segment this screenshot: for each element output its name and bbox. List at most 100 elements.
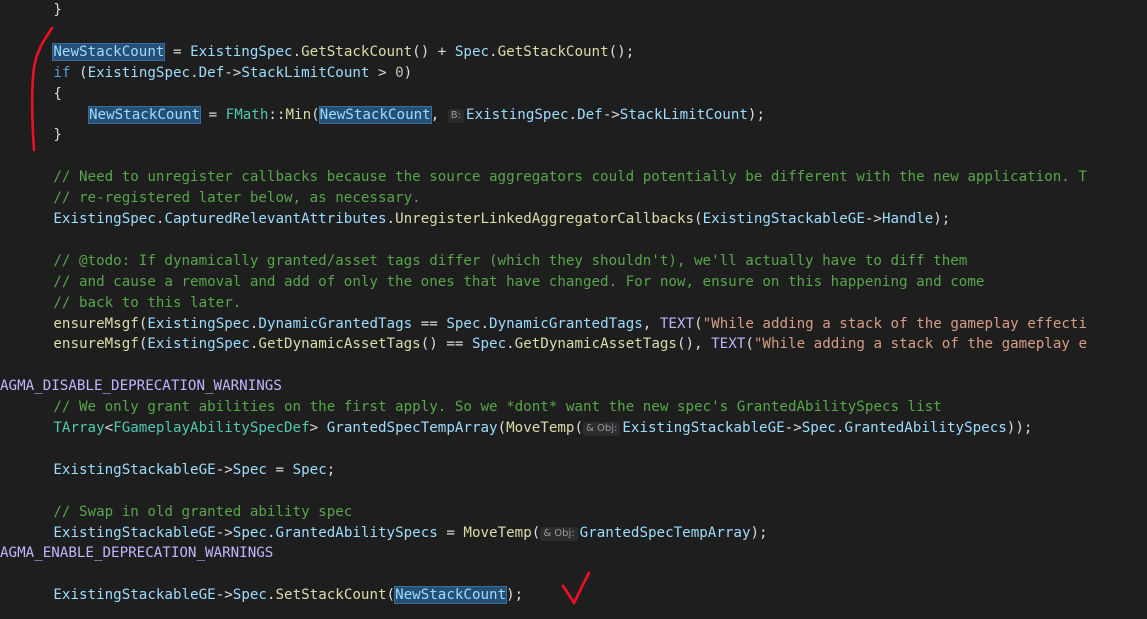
code-line[interactable]: // and cause a removal and add of only t… — [53, 272, 984, 293]
code-token: Spec — [454, 43, 490, 60]
code-token: FGameplayAbilitySpecDef — [113, 420, 310, 436]
code-line[interactable]: { — [53, 84, 62, 105]
code-token: . — [386, 211, 396, 227]
inlay-parameter-hint: B: — [447, 108, 465, 123]
code-line[interactable]: ensureMsgf(ExistingSpec.DynamicGrantedTa… — [53, 314, 1087, 335]
code-line[interactable]: ExistingStackableGE->Spec.GrantedAbility… — [53, 523, 768, 544]
code-token: SetStackCount — [275, 587, 387, 604]
code-editor[interactable]: } NewStackCount = ExistingSpec.GetStackCo… — [0, 0, 1147, 619]
code-token: Def — [577, 106, 603, 123]
code-line[interactable]: AGMA_DISABLE_DEPRECATION_WARNINGS — [0, 376, 282, 397]
code-token: MoveTemp — [506, 420, 575, 436]
code-line[interactable]: // @todo: If dynamically granted/asset t… — [53, 251, 967, 272]
code-line[interactable]: ensureMsgf(ExistingSpec.GetDynamicAssetT… — [53, 334, 1087, 355]
code-token: > — [369, 64, 396, 81]
code-token: } — [53, 127, 62, 144]
code-line[interactable]: ExistingStackableGE->Spec = Spec; — [53, 460, 335, 481]
code-token: // We only grant abilities on the first … — [53, 399, 942, 416]
code-token: // @todo: If dynamically granted/asset t… — [53, 252, 968, 269]
code-token: 0 — [395, 64, 404, 81]
highlighted-reference[interactable]: NewStackCount — [394, 586, 508, 605]
code-token: GetStackCount — [497, 43, 609, 60]
code-line[interactable]: // re-registered later below, as necessa… — [53, 188, 420, 209]
code-token: -> — [215, 524, 233, 541]
code-line[interactable]: ExistingStackableGE->Spec.SetStackCount(… — [53, 585, 523, 606]
code-token: = — [437, 524, 464, 541]
code-token: , — [642, 315, 660, 332]
code-token: AGMA_DISABLE_DEPRECATION_WARNINGS — [0, 378, 282, 395]
code-token: ExistingStackableGE — [622, 420, 785, 436]
code-line[interactable]: // We only grant abilities on the first … — [53, 397, 941, 418]
code-token: ( — [531, 524, 541, 541]
code-token: . — [292, 43, 302, 60]
code-token: TEXT — [659, 315, 695, 332]
code-token: } — [53, 2, 62, 18]
code-token: ( — [694, 315, 703, 332]
code-token: DynamicGrantedTags — [489, 315, 643, 332]
code-token: , — [430, 106, 448, 123]
code-token: ); — [933, 211, 951, 227]
code-token: ); — [506, 587, 524, 604]
code-token: Spec — [446, 315, 481, 332]
code-token: ExistingSpec — [147, 315, 250, 332]
highlighted-reference[interactable]: NewStackCount — [52, 42, 166, 61]
code-token: :: — [268, 106, 286, 123]
code-token: . — [480, 315, 490, 332]
code-token: . — [190, 64, 199, 81]
code-token: ensureMsgf — [53, 315, 139, 332]
code-token: Def — [198, 64, 225, 81]
highlighted-reference[interactable]: NewStackCount — [87, 105, 202, 124]
code-token: Spec — [232, 524, 267, 541]
code-token: Spec — [232, 587, 267, 604]
code-line[interactable]: AGMA_ENABLE_DEPRECATION_WARNINGS — [0, 543, 273, 564]
inlay-parameter-hint: & Obj: — [540, 526, 578, 541]
code-token: ExistingStackableGE — [702, 211, 865, 227]
code-line[interactable]: // Need to unregister callbacks because … — [53, 167, 1087, 188]
code-token: GrantedSpecTempArray — [579, 524, 751, 541]
code-token: ( — [70, 64, 88, 81]
highlighted-reference[interactable]: NewStackCount — [318, 105, 432, 124]
code-token: -> — [784, 420, 802, 436]
code-token: (); — [608, 43, 635, 60]
code-token: ) — [403, 64, 413, 81]
code-token: ExistingStackableGE — [53, 587, 216, 604]
code-token: DynamicGrantedTags — [258, 315, 413, 332]
code-token: Spec — [292, 461, 327, 478]
code-token: () == — [420, 336, 472, 353]
code-line[interactable]: NewStackCount = ExistingSpec.GetStackCou… — [52, 42, 635, 63]
code-token: ); — [750, 524, 768, 541]
code-token: ( — [694, 211, 703, 227]
code-line[interactable]: ExistingSpec.CapturedRelevantAttributes.… — [53, 209, 950, 230]
code-line[interactable]: NewStackCount = FMath::Min(NewStackCount… — [87, 105, 765, 126]
code-line[interactable]: } — [53, 125, 62, 146]
code-line[interactable]: } — [53, 0, 62, 21]
code-token: (), — [676, 336, 712, 353]
code-token: ExistingSpec — [466, 106, 569, 123]
code-line[interactable]: // Swap in old granted ability spec — [53, 502, 352, 523]
code-token: ExistingSpec — [147, 336, 250, 353]
code-line[interactable]: TArray<FGameplayAbilitySpecDef> GrantedS… — [53, 418, 1032, 439]
code-token: if — [53, 64, 71, 81]
code-line[interactable]: // back to this later. — [53, 293, 241, 314]
code-token: ; — [326, 461, 336, 478]
code-token: FMath — [225, 106, 269, 123]
code-token: ( — [574, 420, 584, 436]
code-token: -> — [602, 106, 620, 123]
code-token: { — [53, 85, 62, 102]
code-token: TEXT — [711, 336, 746, 353]
code-token: GetDynamicAssetTags — [258, 336, 421, 353]
code-token: . — [506, 336, 515, 353]
code-token: // Need to unregister callbacks because … — [53, 169, 1087, 186]
code-token: StackLimitCount — [241, 64, 370, 81]
code-token: CapturedRelevantAttributes — [164, 211, 387, 227]
code-token: ( — [311, 106, 320, 123]
code-token: // and cause a removal and add of only t… — [53, 273, 985, 290]
code-token: Handle — [881, 211, 934, 227]
code-token: Min — [285, 106, 312, 123]
code-token: GrantedAbilitySpecs — [275, 524, 438, 541]
code-token: ExistingSpec — [87, 64, 191, 81]
code-line[interactable]: if (ExistingSpec.Def->StackLimitCount > … — [53, 63, 412, 84]
code-token: GetDynamicAssetTags — [514, 336, 677, 353]
code-token: -> — [864, 211, 882, 227]
code-token: () + — [412, 43, 455, 60]
